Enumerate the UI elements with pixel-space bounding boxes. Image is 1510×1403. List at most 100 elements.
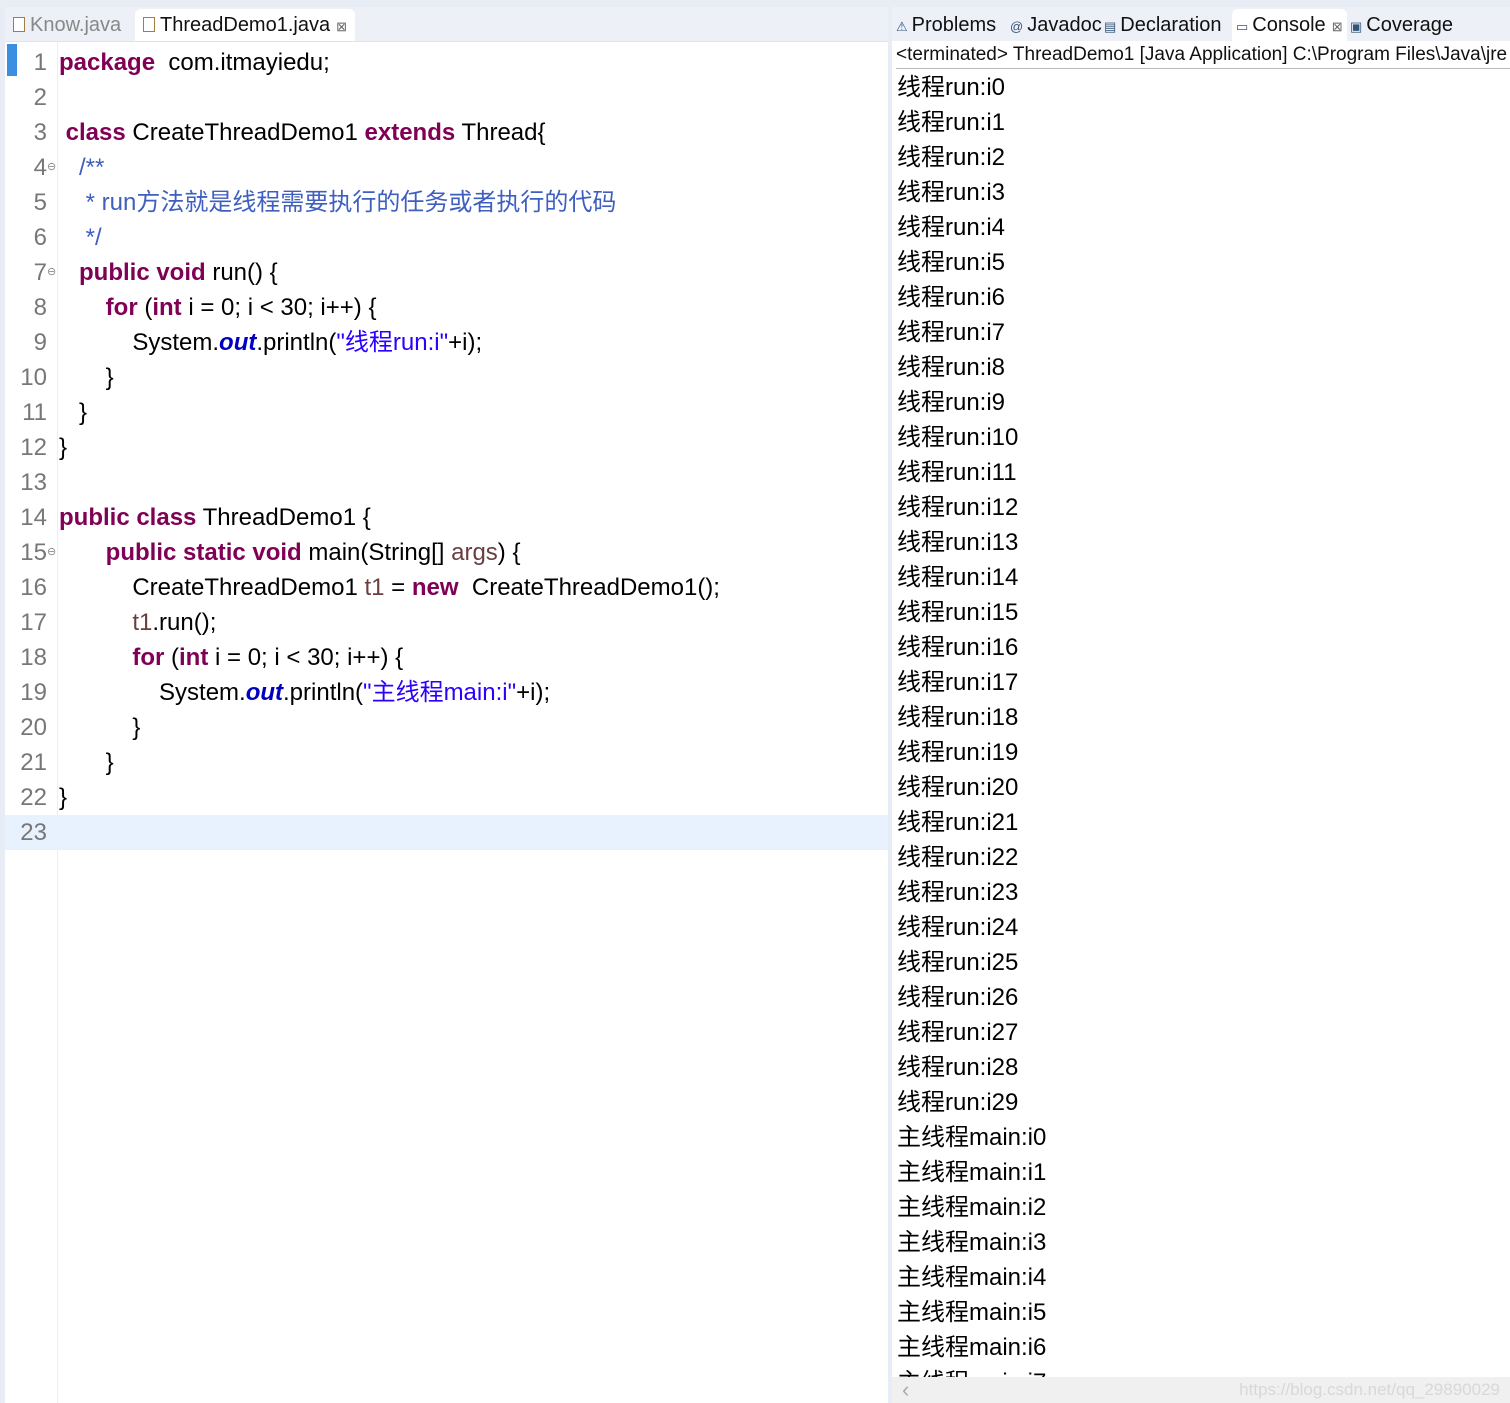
- console-output[interactable]: 线程run:i0 线程run:i1 线程run:i2 线程run:i3 线程run:i4…: [897, 70, 1510, 1377]
- tab-console[interactable]: ▭ Console ⊠: [1232, 9, 1347, 41]
- tab-threaddemo1-java[interactable]: ThreadDemo1.java ⊠: [135, 9, 355, 41]
- scroll-left-icon[interactable]: ‹: [902, 1377, 909, 1403]
- code-line[interactable]: 2: [5, 80, 888, 115]
- code-line[interactable]: 8 for (int i = 0; i < 30; i++) {: [5, 290, 888, 325]
- tab-know-java[interactable]: Know.java: [5, 9, 129, 41]
- code-line[interactable]: 1 package com.itmayiedu;: [5, 45, 888, 80]
- tab-declaration[interactable]: ▤ Declaration: [1104, 9, 1221, 41]
- console-line: 线程run:i26: [897, 984, 1019, 1011]
- code-token: "线程run:i": [336, 329, 449, 356]
- console-line: 线程run:i27: [897, 1019, 1019, 1046]
- tab-coverage[interactable]: ▣ Coverage: [1350, 9, 1453, 41]
- code-line[interactable]: 12}: [5, 430, 888, 465]
- code-token: /**: [59, 154, 105, 181]
- code-line[interactable]: 5 * run方法就是线程需要执行的任务或者执行的代码: [5, 185, 888, 220]
- declaration-icon: ▤: [1104, 19, 1117, 34]
- code-line[interactable]: 9 System.out.println("线程run:i"+i);: [5, 325, 888, 360]
- watermark: https://blog.csdn.net/qq_29890029: [1239, 1380, 1500, 1399]
- line-number: 19: [20, 679, 47, 706]
- code-text: public class ThreadDemo1 {: [59, 500, 371, 535]
- code-line[interactable]: 17 t1.run();: [5, 605, 888, 640]
- code-text: }: [59, 430, 67, 465]
- code-text: t1.run();: [59, 605, 216, 640]
- code-line[interactable]: 3 class CreateThreadDemo1 extends Thread…: [5, 115, 888, 150]
- code-token: public class: [59, 504, 197, 531]
- code-line[interactable]: 18 for (int i = 0; i < 30; i++) {: [5, 640, 888, 675]
- code-token: "主线程main:i": [363, 679, 517, 706]
- code-token: +i);: [516, 679, 551, 706]
- code-token: for: [59, 644, 165, 671]
- line-number: 6: [33, 224, 47, 251]
- line-number: 2: [33, 84, 47, 111]
- console-line: 线程run:i9: [897, 389, 1006, 416]
- line-number: 17: [20, 609, 47, 636]
- close-icon[interactable]: ⊠: [336, 19, 347, 34]
- console-line: 主线程main:i1: [897, 1159, 1047, 1186]
- code-text: }: [59, 395, 87, 430]
- code-text: CreateThreadDemo1 t1 = new CreateThreadD…: [59, 570, 720, 605]
- console-pane: ⚠ Problems @ Javadoc ▤ Declaration ▭ Console ⊠ ▣ C…: [892, 7, 1510, 1403]
- code-line[interactable]: 7 ⊖ public void run() {: [5, 255, 888, 290]
- console-line: 主线程main:i6: [897, 1334, 1047, 1361]
- console-line: 主线程main:i3: [897, 1229, 1047, 1256]
- code-text: System.out.println("主线程main:i"+i);: [59, 675, 550, 710]
- line-number: 11: [22, 399, 47, 426]
- tab-label: Javadoc: [1027, 14, 1102, 36]
- code-token: }: [59, 714, 141, 741]
- console-line: 线程run:i20: [897, 774, 1019, 801]
- line-number: 20: [20, 714, 47, 741]
- close-icon[interactable]: ⊠: [1332, 19, 1343, 34]
- console-line: 线程run:i0: [897, 74, 1006, 101]
- problems-icon: ⚠: [896, 19, 908, 34]
- code-line[interactable]: 10 }: [5, 360, 888, 395]
- console-line: 线程run:i14: [897, 564, 1019, 591]
- code-line[interactable]: 4 ⊖ /**: [5, 150, 888, 185]
- tab-javadoc[interactable]: @ Javadoc: [1010, 9, 1102, 41]
- code-text: }: [59, 360, 114, 395]
- java-file-icon: [13, 17, 25, 32]
- code-line[interactable]: 6 */: [5, 220, 888, 255]
- code-token: }: [59, 749, 114, 776]
- code-line[interactable]: 16 CreateThreadDemo1 t1 = new CreateThre…: [5, 570, 888, 605]
- console-line: 线程run:i24: [897, 914, 1019, 941]
- code-token: * run方法就是线程需要执行的任务或者执行的代码: [59, 189, 617, 216]
- code-token: }: [59, 399, 88, 426]
- code-token: t1: [59, 609, 153, 636]
- code-line[interactable]: 14 public class ThreadDemo1 {: [5, 500, 888, 535]
- console-line: 线程run:i6: [897, 284, 1006, 311]
- code-token: (: [164, 644, 180, 671]
- code-token: CreateThreadDemo1: [59, 574, 365, 601]
- code-line[interactable]: 22}: [5, 780, 888, 815]
- code-line[interactable]: 19 System.out.println("主线程main:i"+i);: [5, 675, 888, 710]
- code-line[interactable]: 13: [5, 465, 888, 500]
- console-line: 线程run:i19: [897, 739, 1019, 766]
- coverage-icon: ▣: [1350, 19, 1363, 34]
- code-text: /**: [59, 150, 104, 185]
- console-line: 线程run:i8: [897, 354, 1006, 381]
- code-line[interactable]: 23: [5, 815, 888, 850]
- console-line: 线程run:i28: [897, 1054, 1019, 1081]
- horizontal-scrollbar[interactable]: ‹ https://blog.csdn.net/qq_29890029: [892, 1377, 1510, 1403]
- code-token: public void: [59, 259, 206, 286]
- code-text: }: [59, 710, 140, 745]
- code-token: .println(: [283, 679, 364, 706]
- line-number: 21: [20, 749, 47, 776]
- fold-icon[interactable]: ⊖: [47, 150, 56, 185]
- tab-label: Problems: [911, 14, 997, 36]
- code-text: public void run() {: [59, 255, 278, 290]
- code-token: (: [137, 294, 153, 321]
- code-token: CreateThreadDemo1: [125, 119, 365, 146]
- console-line: 主线程main:i5: [897, 1299, 1047, 1326]
- tab-problems[interactable]: ⚠ Problems: [896, 9, 996, 41]
- code-line[interactable]: 20 }: [5, 710, 888, 745]
- code-line[interactable]: 11 }: [5, 395, 888, 430]
- fold-icon[interactable]: ⊖: [47, 255, 56, 290]
- code-line[interactable]: 21 }: [5, 745, 888, 780]
- tab-label: Console: [1252, 14, 1326, 36]
- tab-label: Coverage: [1366, 14, 1454, 36]
- code-text: package com.itmayiedu;: [59, 45, 330, 80]
- code-token: main(String[]: [301, 539, 452, 566]
- code-text: for (int i = 0; i < 30; i++) {: [59, 640, 403, 675]
- code-line[interactable]: 15 ⊖ public static void main(String[] arg…: [5, 535, 888, 570]
- fold-icon[interactable]: ⊖: [47, 535, 56, 570]
